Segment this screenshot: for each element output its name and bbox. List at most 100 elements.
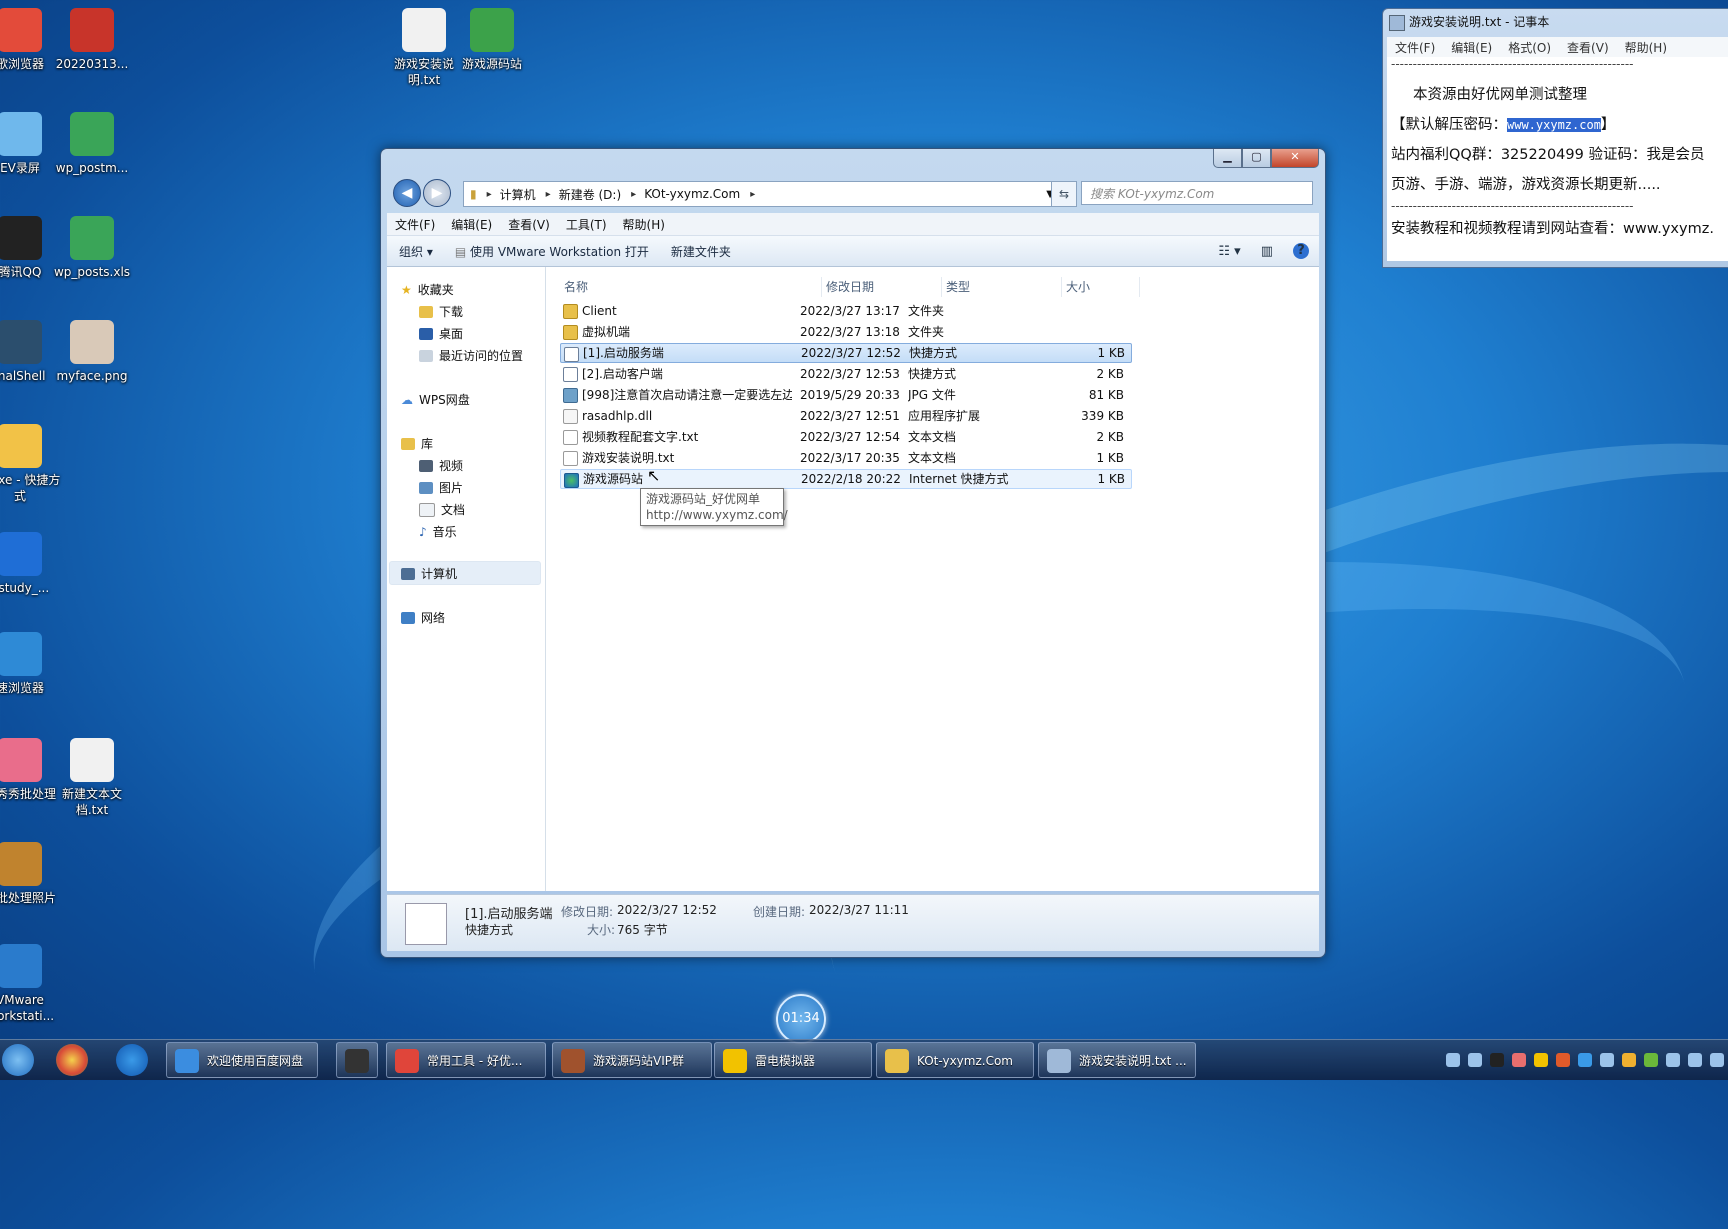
file-row[interactable]: [2].启动客户端 2022/3/27 12:53 快捷方式 2 KB [560,364,1132,384]
maximize-button[interactable]: ▢ [1242,149,1271,168]
view-options-icon[interactable]: ☷ ▾ [1218,244,1240,259]
desktop-icon-item[interactable]: pstudy_... [0,532,62,596]
notification-icon[interactable] [1600,1053,1614,1067]
notepad-menu-format[interactable]: 格式(O) [1508,39,1551,56]
nav-downloads[interactable]: 下载 [419,303,463,320]
notepad-text-area[interactable]: ----------------------------------------… [1387,57,1728,261]
notepad-menu-edit[interactable]: 编辑(E) [1451,39,1492,56]
selected-text: www.yxymz.com [1507,118,1601,132]
file-row[interactable]: 游戏源码站 2022/2/18 20:22 Internet 快捷方式 1 KB [560,469,1132,489]
nav-videos[interactable]: 视频 [419,457,463,474]
column-type[interactable]: 类型 [942,277,1062,297]
menu-file[interactable]: 文件(F) [395,216,435,233]
menu-help[interactable]: 帮助(H) [623,216,665,233]
forward-button[interactable]: ▶ [423,179,451,207]
globe-icon [564,473,579,488]
breadcrumb-folder[interactable]: KOt-yxymz.Com [644,187,740,201]
menu-view[interactable]: 查看(V) [508,216,550,233]
volume-icon[interactable] [1710,1053,1724,1067]
taskbar-button[interactable]: 欢迎使用百度网盘 [166,1042,318,1078]
open-with-button[interactable]: ▤ 使用 VMware Workstation 打开 [455,243,649,260]
tray-icon[interactable] [1578,1053,1592,1067]
file-row[interactable]: [998]注意首次启动请注意一定要选左边... 2019/5/29 20:33 JP… [560,385,1132,405]
nav-wps[interactable]: ☁ WPS网盘 [401,391,470,408]
tray-icon[interactable] [1468,1053,1482,1067]
taskbar-button[interactable]: 游戏源码站VIP群 [552,1042,712,1078]
desktop-icon-item[interactable]: 速浏览器 [0,632,62,696]
download-folder-icon [419,305,433,318]
tray-icon[interactable] [1446,1053,1460,1067]
nav-desktop[interactable]: 桌面 [419,325,463,342]
desktop-icon-item[interactable]: 1.exe - 快捷方式 [0,424,62,504]
chrome-icon[interactable] [56,1044,88,1076]
desktop-icon-item[interactable]: 图批处理照片 [0,842,62,906]
app-icon [70,112,114,156]
search-input[interactable]: 搜索 KOt-yxymz.Com [1081,181,1313,205]
taskbar-button[interactable]: 常用工具 - 好优... [386,1042,546,1078]
menu-tools[interactable]: 工具(T) [566,216,607,233]
organize-button[interactable]: 组织 ▾ [399,243,433,260]
notepad-menu-view[interactable]: 查看(V) [1567,39,1609,56]
tray-icon[interactable] [1556,1053,1570,1067]
tray-icon[interactable] [1512,1053,1526,1067]
notepad-menu-help[interactable]: 帮助(H) [1625,39,1667,56]
file-row[interactable]: Client 2022/3/27 13:17 文件夹 [560,301,1132,321]
start-button[interactable] [2,1044,34,1076]
breadcrumb-computer[interactable]: 计算机 [500,186,536,203]
nav-recent[interactable]: 最近访问的位置 [419,347,523,364]
file-size: 1 KB [1096,451,1124,465]
nav-network[interactable]: 网络 [401,609,445,626]
desktop-icon-item[interactable]: wp_postm... [50,112,134,176]
preview-pane-icon[interactable]: ▥ [1261,244,1273,259]
desktop-icon-label: myface.png [56,369,128,383]
network-tray-icon[interactable] [1688,1053,1702,1067]
desktop-icon-item[interactable]: VMware Workstati... [0,944,62,1024]
nav-music[interactable]: ♪ 音乐 [419,523,457,540]
nav-documents[interactable]: 文档 [419,501,465,518]
file-row[interactable]: 虚拟机端 2022/3/27 13:18 文件夹 [560,322,1132,342]
qq-icon[interactable] [1490,1053,1504,1067]
tray-icon[interactable] [1622,1053,1636,1067]
file-type: JPG 文件 [908,388,956,402]
new-folder-button[interactable]: 新建文件夹 [671,243,731,260]
desktop-icon-item[interactable]: 20220313... [50,8,134,72]
close-button[interactable]: ✕ [1271,149,1319,168]
menu-edit[interactable]: 编辑(E) [451,216,492,233]
desktop-icon-item[interactable]: wp_posts.xls [50,216,134,280]
address-bar[interactable]: ▮ ▸ 计算机 ▸ 新建卷 (D:) ▸ KOt-yxymz.Com ▸ ▼ [463,181,1065,207]
taskbar: 欢迎使用百度网盘 常用工具 - 好优... 游戏源码站VIP群 雷电模拟器 KOt-yx… [0,1039,1728,1080]
file-type: 快捷方式 [909,346,958,360]
breadcrumb-drive[interactable]: 新建卷 (D:) [559,186,621,203]
back-button[interactable]: ◀ [393,179,421,207]
file-row[interactable]: [1].启动服务端 2022/3/27 12:52 快捷方式 1 KB [560,343,1132,363]
file-row[interactable]: 视频教程配套文字.txt 2022/3/27 12:54 文本文档 2 KB [560,427,1132,447]
nav-computer[interactable]: 计算机 [401,565,457,582]
nvidia-icon[interactable] [1644,1053,1658,1067]
desktop-icon-item[interactable]: 新建文本文档.txt [50,738,134,818]
column-date[interactable]: 修改日期 [822,277,942,297]
help-icon[interactable]: ? [1293,243,1309,259]
taskbar-button[interactable]: 雷电模拟器 [714,1042,872,1078]
breadcrumb-separator: ▸ [545,188,551,200]
minimize-button[interactable]: ▁ [1213,149,1242,168]
column-name[interactable]: 名称 [560,277,822,297]
file-row[interactable]: rasadhlp.dll 2022/3/27 12:51 应用程序扩展 339 KB [560,406,1132,426]
desktop-icon-item[interactable]: myface.png [50,320,134,384]
tray-icon[interactable] [1666,1053,1680,1067]
desktop-icon-label: 游戏源码站 [461,57,522,71]
file-name: [2].启动客户端 [582,367,663,381]
notepad-menu-file[interactable]: 文件(F) [1395,39,1435,56]
nav-favorites[interactable]: ★ 收藏夹 [401,281,454,298]
taskbar-button[interactable] [336,1042,378,1078]
file-row[interactable]: 游戏安装说明.txt 2022/3/17 20:35 文本文档 1 KB [560,448,1132,468]
refresh-button[interactable]: ⇆ [1051,181,1077,207]
taskbar-button[interactable]: 游戏安装说明.txt ... [1038,1042,1196,1078]
tray-icon[interactable] [1534,1053,1548,1067]
nav-pictures[interactable]: 图片 [419,479,463,496]
feishu-icon[interactable] [116,1044,148,1076]
file-size: 2 KB [1096,367,1124,381]
column-size[interactable]: 大小 [1062,277,1140,297]
taskbar-button[interactable]: KOt-yxymz.Com [876,1042,1034,1078]
nav-libraries[interactable]: 库 [401,435,433,452]
desktop-icon-item[interactable]: 游戏源码站 [450,8,534,72]
